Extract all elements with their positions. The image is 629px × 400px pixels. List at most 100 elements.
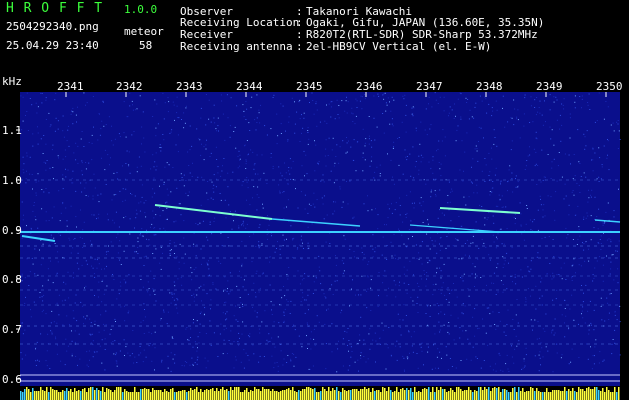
noise-speck [474,286,475,287]
noise-speck [580,265,582,267]
noise-speck [361,252,363,253]
noise-speck [93,173,95,175]
noise-speck [516,345,518,347]
noise-speck [547,154,549,155]
noise-speck [395,258,396,260]
noise-speck [492,234,494,236]
noise-speck [71,340,73,342]
noise-speck [517,185,519,187]
noise-speck [503,243,505,245]
noise-speck [81,264,83,266]
noise-speck [506,228,508,230]
noise-speck [30,232,32,234]
level-bar [432,387,434,400]
noise-speck [500,180,502,182]
noise-speck [237,167,239,169]
noise-speck [502,95,504,97]
noise-speck [262,207,264,209]
noise-speck [207,263,209,265]
noise-speck [238,227,240,229]
noise-speck [130,193,131,194]
noise-speck [515,175,517,177]
noise-speck [478,126,480,128]
level-bar [60,392,62,400]
level-bar [276,391,278,400]
noise-speck [403,357,405,359]
noise-speck [260,104,261,106]
noise-speck [273,94,275,96]
noise-speck [618,240,620,242]
noise-speck [539,100,541,102]
noise-speck [213,191,215,193]
noise-speck [493,143,495,145]
noise-speck [588,197,590,199]
noise-speck [201,176,203,178]
noise-speck [261,273,263,275]
noise-speck [303,278,305,279]
level-bar [368,388,370,400]
noise-speck [141,126,143,128]
noise-speck [520,213,522,215]
noise-speck [81,174,83,176]
noise-speck [586,130,588,132]
noise-speck [491,158,493,160]
noise-speck [599,351,601,353]
noise-speck [410,336,412,338]
noise-speck [47,279,49,281]
noise-speck [72,107,74,109]
noise-speck [515,218,516,219]
noise-speck [23,214,24,216]
noise-speck [189,149,191,151]
noise-speck [395,284,397,286]
noise-speck [449,106,451,108]
noise-speck [253,164,255,166]
noise-speck [535,285,537,287]
noise-speck [185,192,187,194]
noise-speck [116,360,118,362]
noise-speck [443,324,445,326]
noise-speck [427,262,429,264]
noise-speck [452,245,454,247]
noise-speck [126,150,128,152]
noise-speck [100,193,102,195]
noise-speck [617,120,619,121]
noise-speck [422,201,424,203]
noise-speck [225,319,226,321]
noise-speck [495,167,497,169]
noise-speck [303,150,305,152]
noise-speck [573,319,575,321]
y-tick-marks [16,129,20,380]
level-bar [82,389,84,400]
level-bar [134,387,136,400]
noise-speck [190,267,192,269]
noise-speck [504,126,506,128]
noise-speck [120,306,122,308]
noise-speck [305,154,307,156]
noise-speck [200,107,202,109]
noise-speck [495,328,497,330]
noise-speck [289,313,291,314]
noise-speck [171,337,173,339]
noise-speck [310,205,312,206]
noise-speck [192,363,194,365]
level-bar [192,390,194,400]
noise-speck [368,116,370,117]
noise-speck [439,96,441,98]
noise-speck [42,153,44,154]
level-bar [206,389,208,400]
noise-speck [134,356,136,358]
level-bar [278,392,280,400]
noise-speck [488,152,490,154]
noise-speck [311,223,313,225]
noise-speck [21,201,23,203]
noise-speck [572,239,574,240]
noise-speck [370,310,372,311]
noise-speck [602,360,604,362]
noise-speck [388,327,390,328]
noise-speck [76,320,78,322]
noise-speck [75,190,77,192]
y-tick-label: 0.6 [2,373,22,386]
noise-speck [217,172,219,174]
noise-speck [183,262,185,264]
noise-speck [335,255,336,257]
